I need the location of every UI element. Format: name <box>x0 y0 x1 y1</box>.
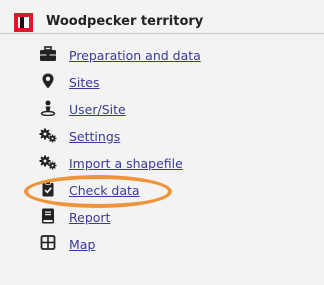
panel-title: Woodpecker territory <box>46 14 204 29</box>
menu-item-import-shapefile[interactable]: Import a shapefile <box>0 150 324 177</box>
menu-item-map[interactable]: Map <box>0 231 324 258</box>
menu-link-check-data[interactable]: Check data <box>69 183 140 198</box>
gears-icon <box>39 154 57 170</box>
menu-link-user-site[interactable]: User/Site <box>69 102 126 117</box>
menu-link-settings[interactable]: Settings <box>69 129 120 144</box>
menu-item-report[interactable]: Report <box>0 204 324 231</box>
menu-link-sites[interactable]: Sites <box>69 75 100 90</box>
map-pin-icon <box>39 73 57 89</box>
menu-item-settings[interactable]: Settings <box>0 123 324 150</box>
book-icon <box>39 208 57 224</box>
side-menu: Preparation and data Sites User/Site Set… <box>0 42 324 258</box>
menu-item-user-site[interactable]: User/Site <box>0 96 324 123</box>
panel-header: Woodpecker territory <box>0 0 324 34</box>
gears-icon <box>39 127 57 143</box>
toolbox-icon <box>39 46 57 62</box>
menu-item-preparation[interactable]: Preparation and data <box>0 42 324 69</box>
menu-link-import-shapefile[interactable]: Import a shapefile <box>69 156 183 171</box>
app-logo <box>14 13 33 32</box>
header-divider <box>0 33 324 34</box>
menu-link-report[interactable]: Report <box>69 210 110 225</box>
user-location-icon <box>39 100 57 116</box>
menu-link-preparation[interactable]: Preparation and data <box>69 48 201 63</box>
menu-item-check-data[interactable]: Check data <box>0 177 324 204</box>
menu-item-sites[interactable]: Sites <box>0 69 324 96</box>
clipboard-check-icon <box>39 181 57 197</box>
menu-link-map[interactable]: Map <box>69 237 95 252</box>
grid-icon <box>39 235 57 251</box>
